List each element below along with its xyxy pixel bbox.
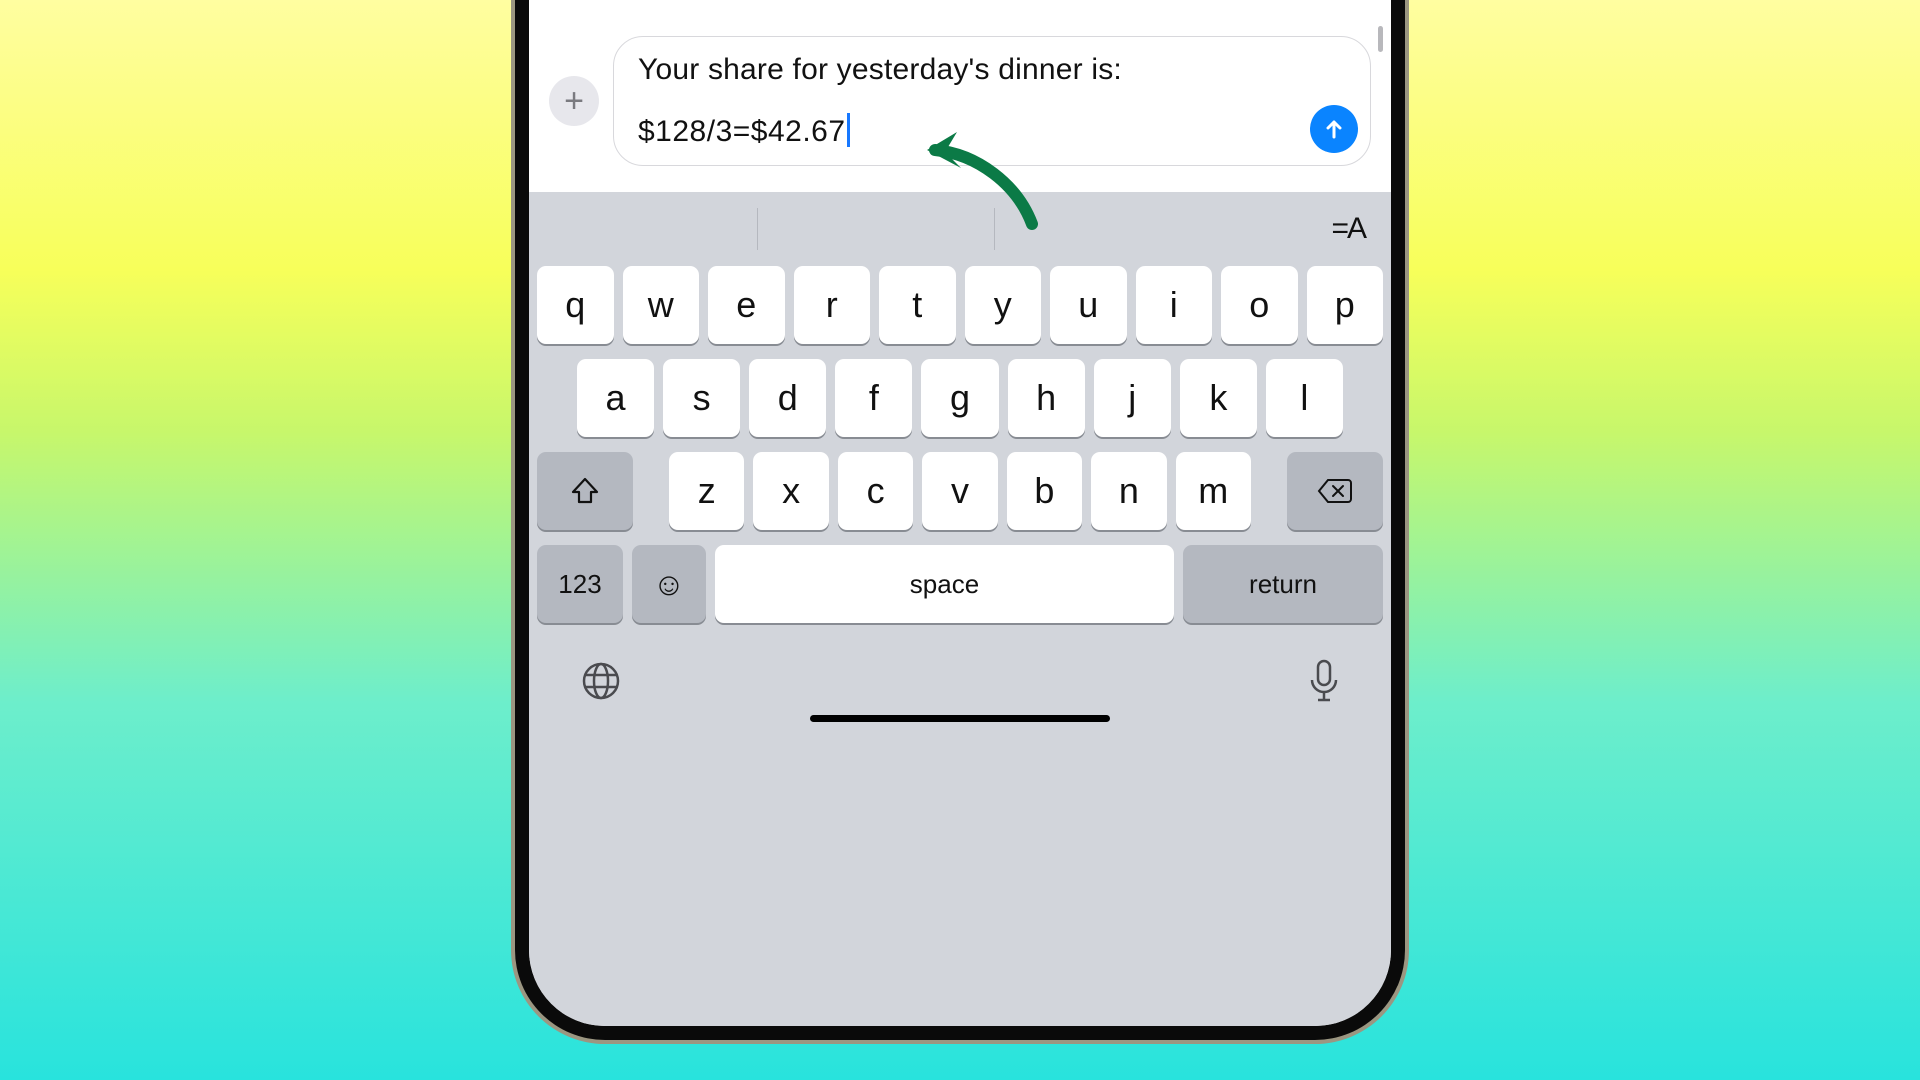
key-d[interactable]: d [749, 359, 826, 437]
send-button[interactable] [1310, 105, 1358, 153]
key-f[interactable]: f [835, 359, 912, 437]
key-a[interactable]: a [577, 359, 654, 437]
message-line-1: Your share for yesterday's dinner is: [638, 53, 1300, 87]
keyboard-row-1: q w e r t y u i o p [537, 266, 1383, 344]
keyboard: =A q w e r t y u i o p a s d [529, 192, 1391, 1026]
key-s[interactable]: s [663, 359, 740, 437]
key-x[interactable]: x [753, 452, 828, 530]
screen: + Your share for yesterday's dinner is: … [529, 0, 1391, 1026]
keyboard-bottom-bar [537, 638, 1383, 738]
key-o[interactable]: o [1221, 266, 1298, 344]
key-g[interactable]: g [921, 359, 998, 437]
compose-area: + Your share for yesterday's dinner is: … [529, 16, 1391, 192]
suggestion-bar: =A [537, 192, 1383, 266]
key-y[interactable]: y [965, 266, 1042, 344]
delete-key[interactable] [1287, 452, 1383, 530]
key-p[interactable]: p [1307, 266, 1384, 344]
add-button[interactable]: + [549, 76, 599, 126]
shift-icon [570, 476, 600, 506]
suggestion-separator [757, 208, 759, 250]
numbers-key[interactable]: 123 [537, 545, 623, 623]
key-r[interactable]: r [794, 266, 871, 344]
delete-icon [1317, 477, 1353, 505]
key-w[interactable]: w [623, 266, 700, 344]
key-k[interactable]: k [1180, 359, 1257, 437]
text-caret [847, 113, 850, 147]
key-h[interactable]: h [1008, 359, 1085, 437]
keyboard-row-3: z x c v b n m [537, 452, 1383, 530]
key-n[interactable]: n [1091, 452, 1166, 530]
key-m[interactable]: m [1176, 452, 1251, 530]
keyboard-row-4: 123 ☺ space return [537, 545, 1383, 623]
phone-frame: + Your share for yesterday's dinner is: … [515, 0, 1405, 1040]
suggestion-separator [994, 208, 996, 250]
key-i[interactable]: i [1136, 266, 1213, 344]
text-format-icon[interactable]: =A [1331, 212, 1365, 246]
plus-icon: + [564, 82, 584, 121]
key-j[interactable]: j [1094, 359, 1171, 437]
key-c[interactable]: c [838, 452, 913, 530]
key-z[interactable]: z [669, 452, 744, 530]
shift-key[interactable] [537, 452, 633, 530]
key-v[interactable]: v [922, 452, 997, 530]
space-key[interactable]: space [715, 545, 1174, 623]
message-line-2: $128/3=$42.67 [638, 115, 846, 149]
scroll-indicator [1378, 26, 1383, 52]
return-key[interactable]: return [1183, 545, 1383, 623]
arrow-up-icon [1322, 117, 1346, 141]
globe-icon[interactable] [579, 659, 623, 708]
key-l[interactable]: l [1266, 359, 1343, 437]
keyboard-row-2: a s d f g h j k l [537, 359, 1383, 437]
message-input[interactable]: Your share for yesterday's dinner is: $1… [613, 36, 1371, 166]
home-indicator[interactable] [810, 715, 1110, 722]
key-u[interactable]: u [1050, 266, 1127, 344]
key-b[interactable]: b [1007, 452, 1082, 530]
emoji-icon: ☺ [653, 566, 686, 603]
key-e[interactable]: e [708, 266, 785, 344]
key-q[interactable]: q [537, 266, 614, 344]
key-t[interactable]: t [879, 266, 956, 344]
microphone-icon[interactable] [1307, 658, 1341, 709]
phone-bezel: + Your share for yesterday's dinner is: … [515, 0, 1405, 1040]
emoji-key[interactable]: ☺ [632, 545, 706, 623]
